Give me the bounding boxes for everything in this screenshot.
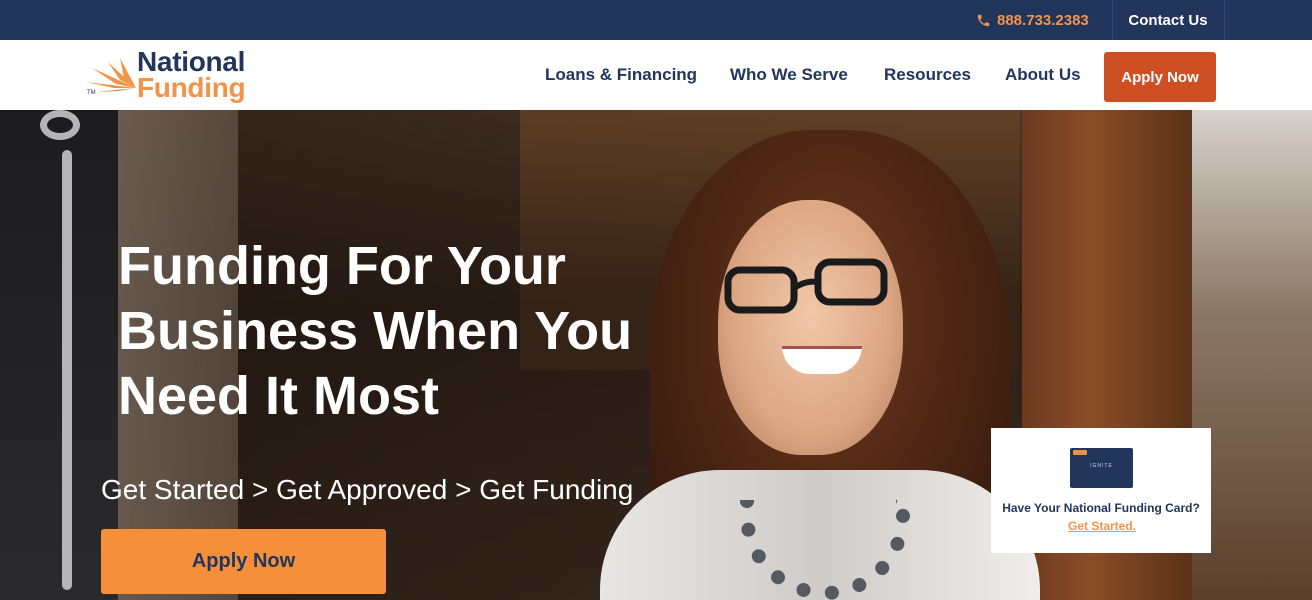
trademark-mark: TM: [87, 90, 96, 96]
contact-us-link[interactable]: Contact Us: [1112, 0, 1224, 40]
hero-person-face: [718, 200, 903, 455]
hero-background-chalkboard: [0, 110, 118, 600]
card-word: IGNITE: [1090, 463, 1113, 469]
hero-apply-now-button[interactable]: Apply Now: [101, 529, 386, 594]
card-promo-message: Have Your National Funding Card?: [1002, 501, 1200, 515]
logo-text-funding: Funding: [137, 72, 246, 103]
nav-loans-financing[interactable]: Loans & Financing: [545, 40, 697, 110]
funding-card-image[interactable]: IGNITE: [1070, 448, 1133, 488]
topbar-divider: [1224, 0, 1225, 40]
card-promo-box: IGNITE Have Your National Funding Card? …: [991, 428, 1211, 553]
card-logo-mark: [1073, 450, 1087, 455]
nav-apply-now-button[interactable]: Apply Now: [1104, 52, 1216, 102]
card-get-started-link[interactable]: Get Started.: [1068, 519, 1136, 533]
hero-headline: Funding For Your Business When You Need …: [118, 236, 633, 426]
nav-resources[interactable]: Resources: [884, 40, 971, 110]
chalk-line-shape: [62, 150, 72, 590]
hero-banner: Funding For Your Business When You Need …: [0, 110, 1312, 600]
logo-burst-icon: [86, 58, 136, 92]
card-promo-text: Have Your National Funding Card? Get Sta…: [1001, 499, 1201, 535]
nav-about-us[interactable]: About Us: [1005, 40, 1081, 110]
chalk-ring-shape: [40, 110, 80, 140]
national-funding-logo[interactable]: TM National Funding: [86, 46, 276, 104]
main-navigation: TM National Funding Loans & Financing Wh…: [0, 40, 1312, 110]
nav-who-we-serve[interactable]: Who We Serve: [730, 40, 848, 110]
phone-icon: [977, 14, 990, 26]
phone-number: 888.733.2383: [997, 11, 1089, 29]
hero-person-glasses: [724, 258, 888, 314]
phone-link[interactable]: 888.733.2383: [976, 0, 1089, 40]
top-utility-bar: 888.733.2383 Contact Us: [0, 0, 1312, 40]
hero-steps-text: Get Started > Get Approved > Get Funding: [101, 474, 634, 505]
